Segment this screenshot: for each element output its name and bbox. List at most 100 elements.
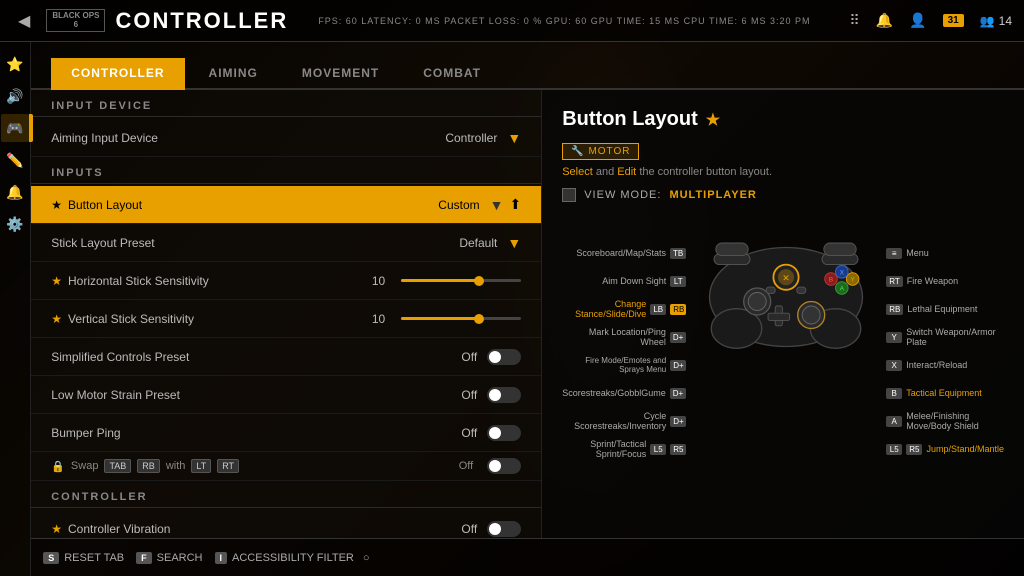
badge-l5: L5 — [650, 444, 666, 455]
sidebar-icon-bell[interactable]: 🔔 — [1, 178, 29, 206]
value-h-sens: 10 — [372, 274, 385, 288]
label-h-sens: Horizontal Stick Sensitivity — [68, 274, 372, 288]
dropdown-arrow-stick: ▼ — [507, 235, 521, 251]
right-label-5: B Tactical Equipment — [886, 386, 1004, 400]
badge-b: B — [886, 388, 902, 399]
sidebar-icon-edit[interactable]: ✏️ — [1, 146, 29, 174]
value-stick-layout: Default — [459, 236, 497, 250]
row-vertical-sensitivity[interactable]: ★ Vertical Stick Sensitivity 10 — [31, 300, 541, 338]
with-text: with — [166, 460, 186, 472]
accessibility-button[interactable]: I ACCESSIBILITY FILTER ○ — [215, 552, 370, 564]
row-horizontal-sensitivity[interactable]: ★ Horizontal Stick Sensitivity 10 — [31, 262, 541, 300]
right-labels: ≡ Menu RT Fire Weapon RB Lethal Equipmen… — [886, 216, 1004, 456]
toggle-indicator: ○ — [363, 552, 370, 564]
slider-track-h[interactable] — [401, 279, 521, 282]
toggle-simplified[interactable] — [487, 349, 521, 365]
right-label-2: RB Lethal Equipment — [886, 302, 1004, 316]
slider-v-sens[interactable]: 10 — [372, 312, 521, 326]
controller-svg: ✕ A — [696, 216, 876, 351]
accessibility-label: ACCESSIBILITY FILTER — [232, 552, 354, 564]
left-label-2: Change Stance/Slide/Dive LB RB — [562, 302, 686, 316]
tab-controller[interactable]: CONTROLLER — [51, 58, 184, 90]
row-simplified-controls[interactable]: Simplified Controls Preset Off — [31, 338, 541, 376]
left-label-0: Scoreboard/Map/Stats TB — [562, 246, 686, 260]
main-layout: ⭐ 🔊 🎮 ✏️ 🔔 ⚙️ CONTROLLER AIMING MOVEMENT… — [0, 42, 1024, 576]
row-controller-vibration[interactable]: ★ Controller Vibration Off — [31, 510, 541, 538]
subtitle-and: and — [596, 166, 617, 178]
back-button[interactable]: ◀ — [12, 9, 36, 33]
toggle-low-motor[interactable] — [487, 387, 521, 403]
toggle-swap[interactable] — [487, 458, 521, 474]
profile-icon[interactable]: 👤 — [909, 12, 926, 29]
tab-movement[interactable]: MOVEMENT — [282, 58, 399, 90]
badge-dpad-score: D+ — [670, 388, 686, 399]
label-v-sens: Vertical Stick Sensitivity — [68, 312, 372, 326]
slider-thumb-h — [474, 276, 484, 286]
right-label-4: X Interact/Reload — [886, 358, 1004, 372]
badge-y: Y — [886, 332, 902, 343]
label-bumper-ping: Bumper Ping — [51, 426, 461, 440]
dropdown-arrow-aiming: ▼ — [507, 130, 521, 146]
swap-value: Off — [459, 460, 473, 472]
key-badge-rt: RT — [217, 459, 239, 473]
motor-badge[interactable]: 🔧 MOTOR — [562, 143, 639, 160]
sidebar-icon-star[interactable]: ⭐ — [1, 50, 29, 78]
value-simplified: Off — [461, 350, 477, 364]
sidebar-icon-settings[interactable]: ⚙️ — [1, 210, 29, 238]
notification-bell-icon[interactable]: 🔔 — [876, 12, 893, 29]
right-label-1: RT Fire Weapon — [886, 274, 1004, 288]
row-bumper-ping[interactable]: Bumper Ping Off — [31, 414, 541, 452]
label-aiming-input-device: Aiming Input Device — [51, 131, 445, 145]
accessibility-key: I — [215, 552, 228, 564]
swap-row: 🔒 Swap TAB RB with LT RT Off — [31, 452, 541, 481]
reset-tab-button[interactable]: S RESET TAB — [43, 552, 124, 564]
label-stick-layout: Stick Layout Preset — [51, 236, 459, 250]
badge-ls-jump: L5 — [886, 444, 902, 455]
right-label-3: Y Switch Weapon/Armor Plate — [886, 330, 1004, 344]
sidebar-icon-sound[interactable]: 🔊 — [1, 82, 29, 110]
left-label-3: Mark Location/Ping Wheel D+ — [562, 330, 686, 344]
toggle-vibration[interactable] — [487, 521, 521, 537]
search-button[interactable]: F SEARCH — [136, 552, 202, 564]
star-vibration: ★ — [51, 522, 62, 536]
search-label: SEARCH — [157, 552, 203, 564]
sidebar-icon-controller[interactable]: 🎮 — [1, 114, 29, 142]
badge-x: X — [886, 360, 902, 371]
key-badge-lt: LT — [191, 459, 211, 473]
key-badge-rb: RB — [137, 459, 160, 473]
bottom-bar: S RESET TAB F SEARCH I ACCESSIBILITY FIL… — [31, 538, 1024, 576]
toggle-bumper-ping[interactable] — [487, 425, 521, 441]
panel-subtitle: Select and Edit the controller button la… — [562, 166, 1004, 178]
grid-icon[interactable]: ⠿ — [849, 12, 859, 29]
left-label-1: Aim Down Sight LT — [562, 274, 686, 288]
slider-track-v[interactable] — [401, 317, 521, 320]
value-bumper-ping: Off — [461, 426, 477, 440]
row-aiming-input-device[interactable]: Aiming Input Device Controller ▼ — [31, 119, 541, 157]
row-stick-layout[interactable]: Stick Layout Preset Default ▼ — [31, 224, 541, 262]
logo-box: BLACK OPS 6 — [46, 9, 105, 33]
key-badge-tab: TAB — [104, 459, 131, 473]
right-label-0: ≡ Menu — [886, 246, 1004, 260]
row-low-motor[interactable]: Low Motor Strain Preset Off — [31, 376, 541, 414]
star-button-layout: ★ — [51, 198, 62, 212]
subtitle-suffix: the controller button layout. — [639, 166, 772, 178]
export-icon[interactable]: ⬆ — [509, 196, 521, 213]
label-low-motor: Low Motor Strain Preset — [51, 388, 461, 402]
right-label-6: A Melee/Finishing Move/Body Shield — [886, 414, 1004, 428]
game-logo: BLACK OPS 6 — [46, 9, 105, 33]
tab-combat[interactable]: COMBAT — [403, 58, 501, 90]
view-mode-checkbox[interactable] — [562, 188, 576, 202]
controller-svg-wrapper: ✕ A — [696, 216, 876, 356]
tab-aiming[interactable]: AIMING — [189, 58, 278, 90]
row-button-layout[interactable]: ★ Button Layout Custom ▼ ⬆ — [31, 186, 541, 224]
svg-text:✕: ✕ — [782, 273, 790, 283]
view-mode-label: VIEW MODE: — [584, 189, 661, 201]
label-button-layout: Button Layout — [68, 198, 438, 212]
label-simplified: Simplified Controls Preset — [51, 350, 461, 364]
slider-h-sens[interactable]: 10 — [372, 274, 521, 288]
slider-fill-h — [401, 279, 479, 282]
button-layout-panel: Button Layout ★ 🔧 MOTOR Select and Edit … — [541, 90, 1024, 538]
top-bar-right: ⠿ 🔔 👤 31 👥 14 — [849, 12, 1012, 29]
section-input-device: INPUT DEVICE — [31, 90, 541, 117]
badge-rs-jump: R5 — [906, 444, 922, 455]
